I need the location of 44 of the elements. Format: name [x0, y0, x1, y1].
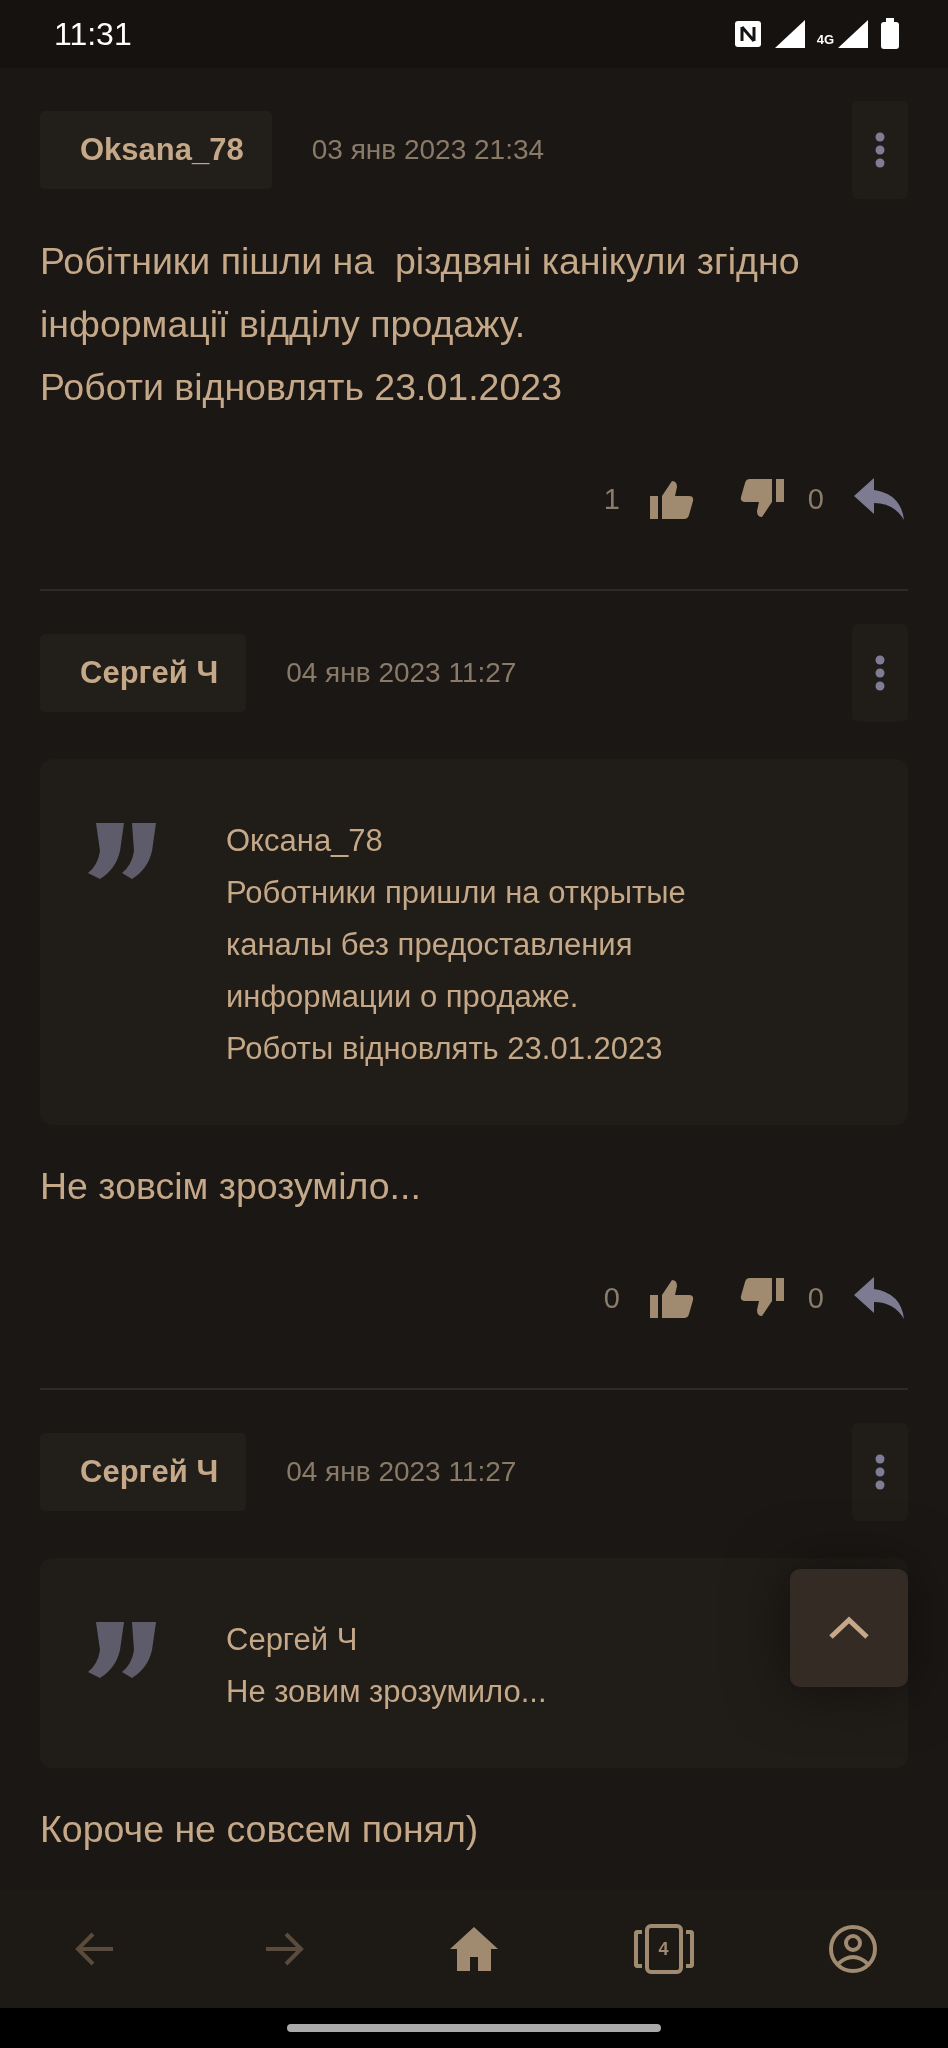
quote-text: Не зовим зрозумило... [226, 1673, 547, 1711]
quote-mark-icon [88, 1622, 156, 1678]
home-icon [450, 1927, 498, 1971]
tabs-button[interactable]: 4 [608, 1899, 719, 1999]
forward-arrow-icon [264, 1931, 305, 1967]
author-button[interactable]: Oksana_78 [40, 111, 272, 189]
quote-author: Оксана_78 [226, 822, 384, 860]
chevron-up-icon [828, 1616, 870, 1640]
battery-icon [880, 18, 900, 50]
comment-date: 04 янв 2023 11:27 [286, 657, 518, 689]
comment-text: Не зовсім зрозуміло... [40, 1164, 422, 1209]
like-count: 0 [603, 1281, 620, 1315]
nfc-icon [732, 19, 763, 49]
back-arrow-icon [74, 1931, 115, 1967]
thumbs-up-icon[interactable] [649, 1278, 694, 1318]
more-options-button[interactable] [852, 624, 908, 722]
author-button[interactable]: Сергей Ч [40, 1433, 247, 1511]
quote-author: Сергей Ч [226, 1621, 359, 1659]
network-label: 4G [816, 32, 834, 47]
quote-text: Роботы відновлять 23.01.2023 [226, 1030, 664, 1068]
more-icon [875, 132, 885, 168]
quote-mark-icon [88, 823, 156, 879]
more-options-button[interactable] [852, 1423, 908, 1521]
status-time: 11:31 [54, 15, 132, 53]
like-count: 1 [603, 482, 620, 516]
thumbs-down-icon[interactable] [739, 1278, 784, 1318]
more-icon [875, 1454, 885, 1490]
dislike-count: 0 [807, 1281, 824, 1315]
dislike-count: 0 [807, 482, 824, 516]
more-icon [875, 655, 885, 691]
comment-text: Роботи відновлять 23.01.2023 [40, 365, 564, 410]
more-options-button[interactable] [852, 101, 908, 199]
author-button[interactable]: Сергей Ч [40, 634, 247, 712]
comment-date: 04 янв 2023 11:27 [286, 1456, 518, 1488]
reply-icon[interactable] [854, 478, 904, 520]
comment-text: Короче не совсем понял) [40, 1807, 480, 1852]
reply-icon[interactable] [854, 1277, 904, 1319]
signal-icon [836, 19, 870, 49]
comment-text: Робітники пішли на різдвяні канікули згідно інформації відділу продажу. [40, 239, 801, 347]
comment-date: 03 янв 2023 21:34 [311, 134, 546, 166]
thumbs-up-icon[interactable] [649, 479, 694, 519]
profile-icon [828, 1924, 879, 1974]
quote-text: Роботники пришли на открытые каналы без предоставления информации о продаже. [226, 874, 687, 1016]
thumbs-down-icon[interactable] [739, 479, 784, 519]
